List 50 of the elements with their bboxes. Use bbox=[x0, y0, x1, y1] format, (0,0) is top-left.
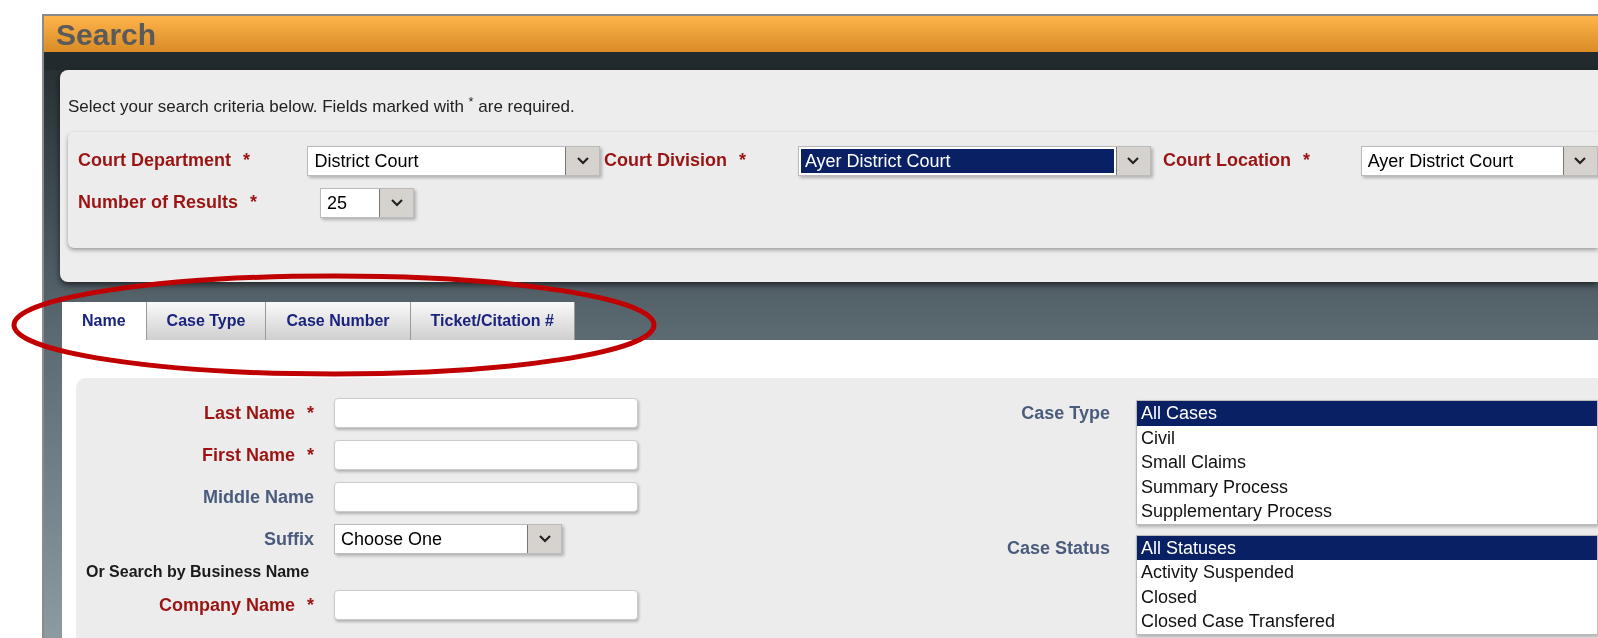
dropdown[interactable]: Ayer District Court bbox=[797, 145, 1151, 176]
chevron-down-icon bbox=[389, 197, 404, 208]
required-asterisk: * bbox=[1302, 149, 1310, 172]
instructions-text: Select your search criteria below. Fields marked with $^{*}$ are required. bbox=[68, 97, 575, 116]
field-label: Case Status bbox=[1006, 536, 1110, 560]
list-option[interactable]: Activity Suspended bbox=[1137, 560, 1597, 585]
required-asterisk: * bbox=[739, 149, 747, 172]
required-asterisk: * bbox=[307, 443, 314, 467]
chevron-down-icon bbox=[1126, 155, 1141, 166]
tab[interactable]: Case Type bbox=[146, 302, 267, 340]
chevron-down-icon bbox=[537, 534, 552, 544]
dropdown[interactable]: Choose One bbox=[334, 524, 562, 554]
field-label: Court Division bbox=[604, 149, 728, 172]
dropdown[interactable]: 25 bbox=[320, 187, 414, 218]
required-asterisk: * bbox=[307, 593, 314, 617]
text-field[interactable] bbox=[334, 482, 638, 512]
section-heading: Or Search by Business Name bbox=[85, 562, 311, 582]
required-asterisk: * bbox=[307, 401, 314, 425]
text-field[interactable] bbox=[334, 590, 638, 620]
list-option[interactable]: Closed Case Transfered bbox=[1137, 609, 1597, 634]
field-label: Case Type bbox=[1021, 402, 1110, 425]
required-asterisk: * bbox=[243, 149, 251, 172]
field-label: Court Department bbox=[78, 149, 231, 172]
list-option[interactable]: All Cases bbox=[1137, 401, 1597, 426]
field-label: Number of Results bbox=[78, 191, 239, 214]
required-asterisk: * bbox=[250, 191, 258, 214]
tab[interactable]: Name bbox=[62, 302, 147, 340]
window-title: Search bbox=[56, 16, 157, 53]
field-label: Middle Name bbox=[202, 485, 314, 509]
chevron-down-icon bbox=[1573, 155, 1588, 166]
field-label: Suffix bbox=[264, 527, 314, 551]
list-box[interactable]: All Cases Civil Small Claims Summary Process Supplementary Process bbox=[1136, 400, 1598, 525]
field-label: Last Name bbox=[203, 401, 295, 425]
text-field[interactable] bbox=[334, 440, 638, 470]
dropdown[interactable]: District Court bbox=[307, 145, 601, 176]
list-option[interactable]: Closed bbox=[1137, 584, 1597, 609]
dropdown[interactable]: Ayer District Court bbox=[1360, 145, 1598, 176]
list-option[interactable]: Small Claims bbox=[1137, 450, 1597, 475]
list-option[interactable]: All Statuses bbox=[1137, 535, 1597, 560]
field-label: Company Name bbox=[158, 593, 295, 617]
list-option[interactable]: Civil bbox=[1137, 425, 1597, 450]
text-field[interactable] bbox=[334, 398, 638, 428]
list-option[interactable]: Supplementary Process bbox=[1137, 499, 1597, 524]
field-label: Court Location bbox=[1162, 149, 1291, 172]
tab[interactable]: Case Number bbox=[266, 302, 411, 340]
chevron-down-icon bbox=[575, 155, 590, 166]
field-label: First Name bbox=[201, 443, 295, 467]
list-box[interactable]: All Statuses Activity Suspended Closed Closed Case Transfered bbox=[1136, 534, 1598, 635]
tab[interactable]: Ticket/Citation # bbox=[410, 302, 575, 340]
list-option[interactable]: Summary Process bbox=[1137, 474, 1597, 499]
